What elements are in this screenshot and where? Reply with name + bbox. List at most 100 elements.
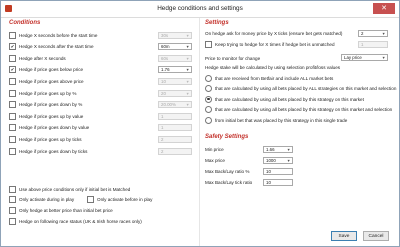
- condition-value: 60m: [161, 44, 170, 50]
- max-back-lay-tick-field[interactable]: 10: [263, 179, 293, 186]
- condition-label: Hedge if price goes down by value: [19, 125, 90, 131]
- stake-calc-radio[interactable]: [205, 116, 212, 124]
- chevron-down-icon: ▼: [185, 103, 190, 108]
- condition-row[interactable]: Hedge if price goes below price: [9, 66, 83, 74]
- chevron-down-icon: ▼: [185, 45, 190, 50]
- condition-checkbox[interactable]: [9, 31, 16, 39]
- condition-select[interactable]: 60m ▼: [158, 43, 192, 51]
- condition-select[interactable]: 10 ▼: [158, 77, 192, 85]
- stake-calc-option[interactable]: that are calculated by using all bets pl…: [205, 95, 364, 103]
- title-bar: Hedge conditions and settings ✕: [1, 1, 399, 17]
- condition-row[interactable]: Hedge if price goes down by ticks: [9, 147, 87, 155]
- condition-checkbox[interactable]: [9, 77, 16, 85]
- condition-value: 10: [161, 78, 166, 84]
- only-before-play-row[interactable]: Only activate before in play: [87, 195, 152, 203]
- condition-field[interactable]: 1: [158, 124, 192, 132]
- chevron-down-icon: ▼: [286, 148, 291, 152]
- condition-row[interactable]: Hedge if price goes down by value: [9, 124, 89, 132]
- min-price-select[interactable]: 1.66 ▼: [263, 146, 293, 153]
- condition-checkbox[interactable]: [9, 124, 16, 132]
- stake-calc-radio[interactable]: [205, 85, 212, 92]
- race-status-label: Hedge on following race status (UK & Iri…: [19, 218, 142, 224]
- only-in-play-row[interactable]: Only activate during in play: [9, 195, 74, 203]
- stake-calc-option[interactable]: from initial bet that was placed by this…: [205, 116, 347, 124]
- chevron-down-icon: ▼: [381, 32, 386, 36]
- condition-row[interactable]: Hedge after X seconds: [9, 54, 66, 62]
- stake-calc-option[interactable]: that are calculated by using all bets pl…: [205, 85, 396, 93]
- condition-value: 2: [161, 136, 164, 142]
- condition-row[interactable]: Hedge if price goes up by ticks: [9, 135, 82, 143]
- condition-select[interactable]: 1.76 ▼: [158, 66, 192, 74]
- stake-calc-option-label: that are calculated by using all bets pl…: [215, 96, 364, 102]
- condition-value: 1.76: [161, 67, 170, 73]
- condition-label: Hedge if price goes up by value: [19, 113, 84, 119]
- use-above-label: Use above price conditions only if initi…: [19, 186, 131, 192]
- condition-checkbox[interactable]: [9, 135, 16, 143]
- condition-value: 20.00%: [161, 102, 176, 108]
- keep-trying-field[interactable]: 1: [358, 41, 388, 48]
- min-price-label: Min price: [205, 147, 224, 152]
- condition-label: Hedge if price goes down by %: [19, 102, 83, 108]
- condition-select[interactable]: 30s ▼: [158, 31, 192, 39]
- ask-ticks-value: 2: [361, 31, 364, 36]
- race-status-checkbox[interactable]: [9, 217, 16, 225]
- only-in-play-label: Only activate during in play: [19, 196, 75, 202]
- max-price-select[interactable]: 1000 ▼: [263, 157, 293, 164]
- condition-value: 1: [161, 113, 164, 119]
- stake-calc-option[interactable]: that are calculated by using all bets pl…: [205, 106, 392, 114]
- max-back-lay-label: Max Back/Lay ratio %: [205, 169, 250, 174]
- condition-row[interactable]: Hedge if price goes up by %: [9, 89, 76, 97]
- chevron-down-icon: ▼: [185, 68, 190, 73]
- condition-value: 2: [161, 148, 164, 154]
- stake-calc-option[interactable]: that are received from Betfair and inclu…: [205, 74, 333, 82]
- condition-checkbox[interactable]: [9, 54, 16, 62]
- close-button[interactable]: ✕: [373, 3, 395, 14]
- condition-field[interactable]: 2: [158, 147, 192, 155]
- ask-ticks-select[interactable]: 2 ▼: [358, 30, 388, 37]
- condition-checkbox[interactable]: [9, 147, 16, 155]
- stake-calc-radio[interactable]: [205, 74, 212, 82]
- max-price-label: Max price: [205, 158, 225, 163]
- condition-label: Hedge after X seconds: [19, 55, 66, 61]
- condition-label: Hedge if price goes up by %: [19, 90, 77, 96]
- condition-row[interactable]: Hedge if price goes above price: [9, 77, 84, 85]
- chevron-down-icon: ▼: [185, 56, 190, 61]
- condition-checkbox[interactable]: [9, 43, 16, 51]
- condition-checkbox[interactable]: [9, 66, 16, 74]
- condition-checkbox[interactable]: [9, 101, 16, 109]
- stake-calc-option-label: that are received from Betfair and inclu…: [215, 75, 334, 81]
- save-button[interactable]: Save: [331, 231, 357, 241]
- only-better-price-checkbox[interactable]: [9, 206, 16, 214]
- use-above-checkbox[interactable]: [9, 185, 16, 193]
- only-better-price-row[interactable]: Only hedge at better price than initial …: [9, 206, 113, 214]
- only-before-play-checkbox[interactable]: [87, 195, 94, 203]
- max-back-lay-field[interactable]: 10: [263, 168, 293, 175]
- condition-select[interactable]: 20.00% ▼: [158, 101, 192, 109]
- hedge-settings-window: Hedge conditions and settings ✕ Conditio…: [0, 0, 400, 247]
- condition-row[interactable]: Hedge X seconds before the start time: [9, 31, 97, 39]
- price-monitor-select[interactable]: Lay price ▼: [341, 54, 388, 61]
- race-status-row[interactable]: Hedge on following race status (UK & Iri…: [9, 217, 142, 225]
- chevron-down-icon: ▼: [185, 79, 190, 84]
- stake-calc-radio[interactable]: [205, 95, 212, 103]
- only-in-play-checkbox[interactable]: [9, 195, 16, 203]
- price-monitor-value: Lay price: [344, 55, 362, 60]
- condition-row[interactable]: Hedge if price goes down by %: [9, 101, 82, 109]
- condition-select[interactable]: 60s ▼: [158, 54, 192, 62]
- condition-row[interactable]: Hedge X seconds after the start time: [9, 43, 94, 51]
- condition-row[interactable]: Hedge if price goes up by value: [9, 112, 83, 120]
- condition-checkbox[interactable]: [9, 112, 16, 120]
- condition-field[interactable]: 1: [158, 112, 192, 120]
- condition-field[interactable]: 2: [158, 135, 192, 143]
- keep-trying-row[interactable]: Keep trying to hedge for X times if hedg…: [205, 40, 335, 48]
- title-divider: [1, 17, 399, 18]
- cancel-button[interactable]: Cancel: [363, 231, 389, 241]
- stake-calc-option-label: that are calculated by using all bets pl…: [215, 107, 393, 112]
- condition-checkbox[interactable]: [9, 89, 16, 97]
- use-above-checkbox-row[interactable]: Use above price conditions only if initi…: [9, 185, 130, 193]
- condition-select[interactable]: 20 ▼: [158, 89, 192, 97]
- condition-label: Hedge if price goes above price: [19, 78, 84, 84]
- keep-trying-checkbox[interactable]: [205, 40, 212, 48]
- max-back-lay-tick-label: Max Back/Lay tick ratio: [205, 180, 253, 185]
- stake-calc-radio[interactable]: [205, 106, 212, 113]
